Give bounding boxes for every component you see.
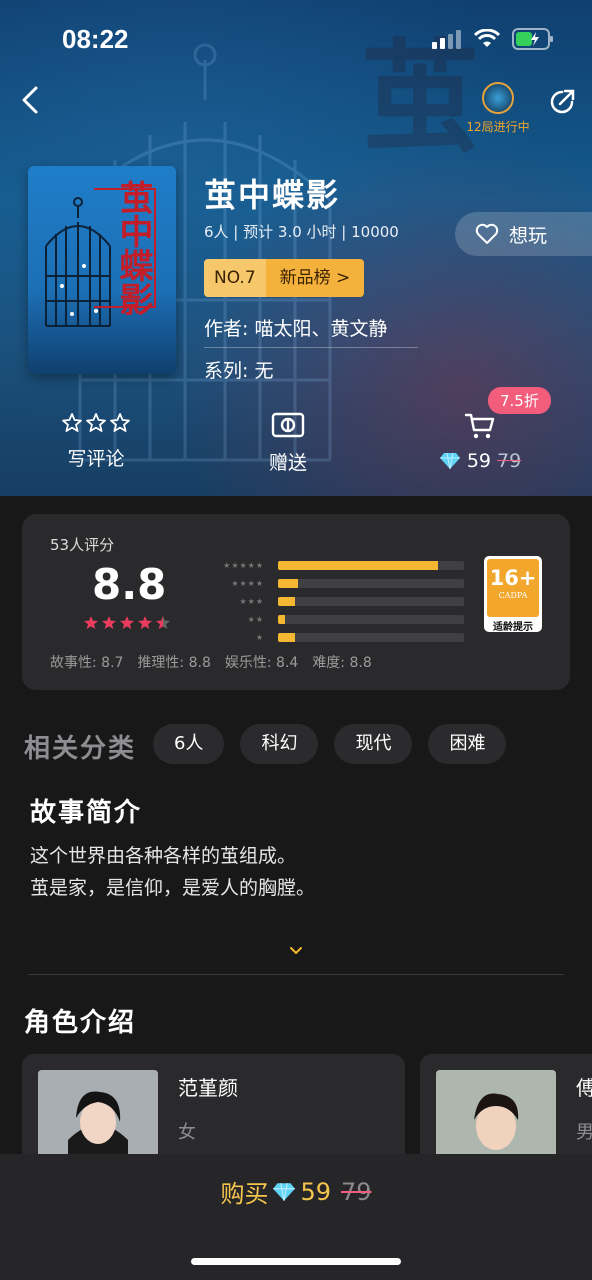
categories-title: 相关分类	[24, 734, 137, 764]
status-bar: 08:22	[0, 0, 592, 80]
buy-label: 购买	[220, 1180, 269, 1208]
heart-icon	[475, 223, 499, 244]
hero-section: 茧 08:22 12局进行中 茧中蝶影 茧中蝶影 6人 | 预计 3.0 小时 …	[0, 0, 592, 496]
sub-scores: 故事性: 8.7 推理性: 8.8 娱乐性: 8.4 难度: 8.8	[50, 652, 372, 672]
gift-button[interactable]: 赠送	[228, 412, 348, 475]
age-rating-badge[interactable]: 16+ CADPA 适龄提示	[484, 556, 542, 633]
gift-label: 赠送	[268, 452, 307, 474]
rating-bar-row: ★★	[214, 610, 464, 628]
category-tag[interactable]: 6人	[153, 724, 225, 764]
cover-title: 茧中蝶影	[113, 180, 153, 316]
game-cover[interactable]: 茧中蝶影	[28, 166, 176, 374]
story-intro-title: 故事简介	[30, 798, 143, 828]
home-indicator[interactable]	[191, 1258, 401, 1265]
story-intro-text: 这个世界由各种各样的茧组成。 茧是家，是信仰，是爱人的胸膛。	[30, 840, 315, 904]
rank-badge[interactable]: NO.7 新品榜 >	[204, 259, 365, 297]
cart-button[interactable]: 59 79	[420, 412, 540, 472]
rating-bar-track	[278, 614, 464, 624]
rating-bar-row: ★★★★	[214, 574, 464, 592]
back-button[interactable]	[14, 82, 50, 118]
rating-count: 53人评分	[50, 536, 115, 554]
age-rating-number: 16+	[489, 566, 537, 590]
rating-bar-stars: ★★★	[239, 596, 264, 606]
rating-stars	[84, 616, 172, 634]
age-rating-tip: 适龄提示	[493, 622, 533, 633]
buy-button[interactable]: 购买 59 79	[0, 1174, 592, 1209]
role-gender: 男	[576, 1122, 592, 1143]
sub-score-reasoning: 推理性: 8.8	[137, 655, 211, 671]
rank-list-link[interactable]: 新品榜 >	[265, 259, 365, 297]
category-tags: 6人 科幻 现代 困难	[153, 724, 507, 764]
role-gender: 女	[178, 1122, 196, 1143]
live-avatar	[482, 82, 514, 114]
back-icon	[22, 86, 38, 114]
rating-bar-track	[278, 596, 464, 606]
gift-icon	[271, 412, 305, 438]
rank-number: NO.7	[204, 259, 266, 297]
game-author[interactable]: 作者: 喵太阳、黄文静	[204, 314, 418, 348]
share-button[interactable]	[546, 86, 578, 118]
rating-bar-stars: ★	[255, 632, 264, 642]
role-name: 傅	[576, 1076, 592, 1100]
discount-badge: 7.5折	[488, 387, 551, 414]
sub-score-difficulty: 难度: 8.8	[312, 655, 372, 671]
live-sessions-badge[interactable]: 12局进行中	[462, 82, 534, 138]
category-tag[interactable]: 现代	[334, 724, 413, 764]
live-sessions-text: 12局进行中	[466, 120, 530, 134]
sub-score-fun: 娱乐性: 8.4	[224, 655, 299, 671]
buy-original-price: 79	[341, 1177, 372, 1206]
want-to-play-label: 想玩	[509, 224, 548, 247]
category-tag[interactable]: 困难	[428, 724, 507, 764]
diamond-icon	[439, 452, 460, 470]
game-title: 茧中蝶影	[204, 176, 341, 214]
write-review-button[interactable]: 写评论	[36, 412, 156, 471]
rating-stars-icon	[84, 616, 170, 629]
rating-card[interactable]: 53人评分 8.8 ★★★★★ ★★★★ ★★★ ★★ ★ 16+ CADPA 适龄提示…	[22, 514, 570, 690]
rating-bar-fill	[278, 560, 438, 570]
rating-bar-track	[278, 578, 464, 588]
rating-bar-stars: ★★	[247, 614, 264, 624]
price: 59	[466, 450, 491, 472]
cart-icon	[464, 413, 495, 439]
write-review-label: 写评论	[67, 448, 125, 470]
rating-distribution: ★★★★★ ★★★★ ★★★ ★★ ★	[214, 556, 464, 646]
divider	[28, 974, 564, 975]
share-icon	[550, 89, 575, 114]
category-tag[interactable]: 科幻	[240, 724, 319, 764]
bottom-purchase-bar: 购买 59 79	[0, 1154, 592, 1280]
stars-icon	[62, 413, 130, 432]
cart-price: 59 79	[420, 450, 540, 472]
signal-icon	[432, 30, 461, 49]
story-intro-line: 茧是家，是信仰，是爱人的胸膛。	[30, 877, 316, 899]
wifi-icon	[474, 29, 500, 47]
rating-bar-track	[278, 560, 464, 570]
rating-bar-row: ★★★	[214, 592, 464, 610]
rating-bar-row: ★	[214, 628, 464, 646]
buy-price: 59	[300, 1177, 331, 1206]
sub-score-story: 故事性: 8.7	[50, 655, 124, 671]
rating-bar-fill	[278, 578, 299, 588]
rating-bar-stars: ★★★★	[231, 578, 264, 588]
status-time: 08:22	[62, 24, 129, 54]
roles-title: 角色介绍	[24, 1008, 137, 1038]
rating-bar-fill	[278, 596, 295, 606]
rating-score: 8.8	[92, 560, 167, 609]
original-price: 79	[497, 450, 522, 472]
story-intro-line: 这个世界由各种各样的茧组成。	[30, 845, 297, 867]
age-rating-inner: 16+ CADPA	[487, 559, 539, 617]
want-to-play-button[interactable]: 想玩	[455, 212, 592, 256]
diamond-icon	[273, 1182, 296, 1201]
battery-icon	[512, 28, 553, 50]
rating-bar-fill	[278, 632, 295, 642]
rating-bar-fill	[278, 614, 286, 624]
age-rating-org: CADPA	[498, 591, 528, 600]
game-series: 系列: 无	[204, 360, 274, 382]
expand-chevron-icon[interactable]	[286, 944, 306, 958]
rating-bar-row: ★★★★★	[214, 556, 464, 574]
role-name: 范堇颜	[178, 1076, 238, 1100]
game-meta: 6人 | 预计 3.0 小时 | 10000	[204, 223, 399, 241]
rating-bar-track	[278, 632, 464, 642]
rating-bar-stars: ★★★★★	[223, 560, 264, 570]
status-icons	[432, 28, 554, 50]
